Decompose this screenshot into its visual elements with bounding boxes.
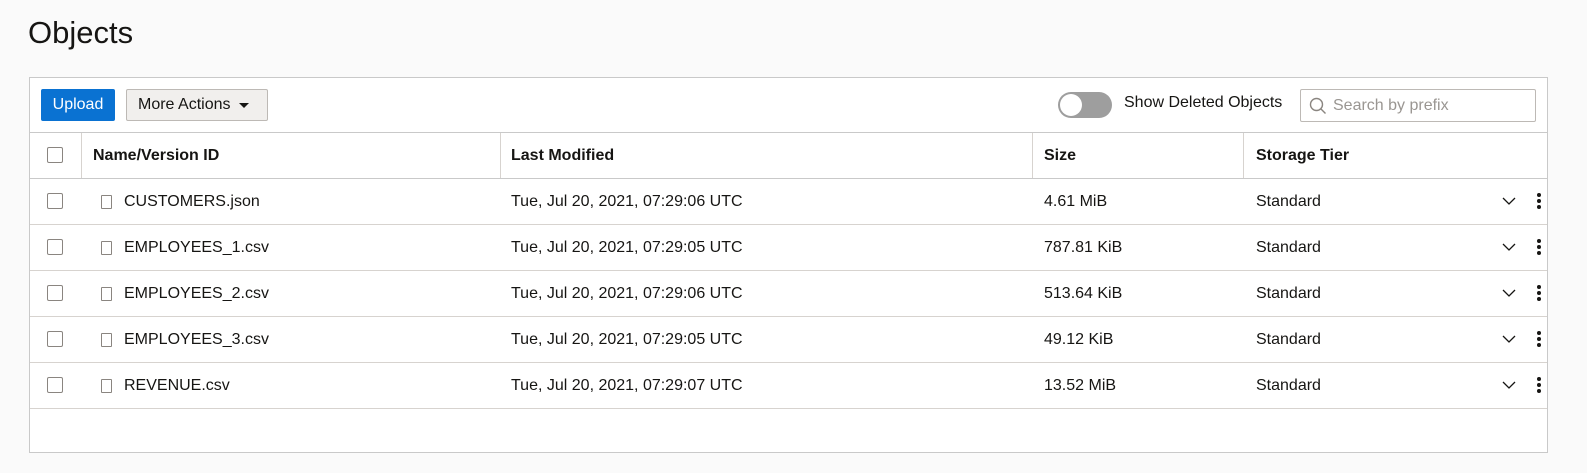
size-cell: 13.52 MiB: [1044, 377, 1117, 394]
show-deleted-label: Show Deleted Objects: [1124, 94, 1283, 111]
table-row: REVENUE.csv Tue, Jul 20, 2021, 07:29:07 …: [30, 363, 1547, 409]
caret-down-icon: [239, 103, 249, 108]
storage-tier-cell: Standard: [1256, 239, 1321, 256]
file-icon: [101, 379, 112, 393]
objects-panel: Upload More Actions Show Deleted Objects…: [29, 77, 1548, 453]
column-divider: [1032, 133, 1033, 178]
table-header: Name/Version ID Last Modified Size Stora…: [30, 133, 1547, 179]
kebab-menu-icon[interactable]: [1534, 284, 1544, 304]
chevron-down-icon[interactable]: [1502, 378, 1516, 392]
object-name[interactable]: EMPLOYEES_1.csv: [124, 225, 269, 270]
page-title: Objects: [28, 15, 134, 50]
row-checkbox[interactable]: [47, 193, 63, 209]
chevron-down-icon[interactable]: [1502, 286, 1516, 300]
toolbar: Upload More Actions Show Deleted Objects: [30, 78, 1547, 133]
column-header-last-modified[interactable]: Last Modified: [511, 133, 614, 178]
file-icon: [101, 333, 112, 347]
table-row: EMPLOYEES_1.csv Tue, Jul 20, 2021, 07:29…: [30, 225, 1547, 271]
file-icon: [101, 241, 112, 255]
toggle-knob: [1060, 94, 1082, 116]
object-name[interactable]: REVENUE.csv: [124, 363, 230, 408]
size-cell: 4.61 MiB: [1044, 193, 1108, 210]
file-icon: [101, 287, 112, 301]
chevron-down-icon[interactable]: [1502, 194, 1516, 208]
size-cell: 49.12 KiB: [1044, 331, 1114, 348]
show-deleted-toggle[interactable]: [1058, 92, 1112, 118]
table-row: EMPLOYEES_3.csv Tue, Jul 20, 2021, 07:29…: [30, 317, 1547, 363]
last-modified-cell: Tue, Jul 20, 2021, 07:29:05 UTC: [511, 239, 743, 256]
chevron-down-icon[interactable]: [1502, 332, 1516, 346]
last-modified-cell: Tue, Jul 20, 2021, 07:29:06 UTC: [511, 285, 743, 302]
select-all-checkbox[interactable]: [47, 147, 63, 163]
last-modified-cell: Tue, Jul 20, 2021, 07:29:07 UTC: [511, 377, 743, 394]
storage-tier-cell: Standard: [1256, 377, 1321, 394]
column-divider: [81, 133, 82, 178]
row-checkbox[interactable]: [47, 285, 63, 301]
last-modified-cell: Tue, Jul 20, 2021, 07:29:06 UTC: [511, 193, 743, 210]
column-header-name[interactable]: Name/Version ID: [93, 133, 219, 178]
object-name[interactable]: CUSTOMERS.json: [124, 179, 260, 224]
size-cell: 787.81 KiB: [1044, 239, 1123, 256]
column-header-size[interactable]: Size: [1044, 133, 1076, 178]
search-box[interactable]: [1300, 89, 1536, 122]
more-actions-button[interactable]: More Actions: [126, 89, 268, 121]
column-divider: [1243, 133, 1244, 178]
more-actions-label: More Actions: [138, 96, 231, 113]
row-checkbox[interactable]: [47, 331, 63, 347]
upload-button[interactable]: Upload: [41, 89, 115, 121]
column-header-storage-tier[interactable]: Storage Tier: [1256, 133, 1349, 178]
storage-tier-cell: Standard: [1256, 285, 1321, 302]
storage-tier-cell: Standard: [1256, 193, 1321, 210]
objects-table: Name/Version ID Last Modified Size Stora…: [30, 133, 1547, 409]
search-icon: [1309, 97, 1326, 114]
kebab-menu-icon[interactable]: [1534, 376, 1544, 396]
kebab-menu-icon[interactable]: [1534, 238, 1544, 258]
table-row: CUSTOMERS.json Tue, Jul 20, 2021, 07:29:…: [30, 179, 1547, 225]
size-cell: 513.64 KiB: [1044, 285, 1123, 302]
object-name[interactable]: EMPLOYEES_3.csv: [124, 317, 269, 362]
last-modified-cell: Tue, Jul 20, 2021, 07:29:05 UTC: [511, 331, 743, 348]
search-input[interactable]: [1333, 93, 1529, 118]
object-name[interactable]: EMPLOYEES_2.csv: [124, 271, 269, 316]
chevron-down-icon[interactable]: [1502, 240, 1516, 254]
column-divider: [500, 133, 501, 178]
storage-tier-cell: Standard: [1256, 331, 1321, 348]
table-row: EMPLOYEES_2.csv Tue, Jul 20, 2021, 07:29…: [30, 271, 1547, 317]
file-icon: [101, 195, 112, 209]
kebab-menu-icon[interactable]: [1534, 330, 1544, 350]
row-checkbox[interactable]: [47, 377, 63, 393]
kebab-menu-icon[interactable]: [1534, 192, 1544, 212]
row-checkbox[interactable]: [47, 239, 63, 255]
